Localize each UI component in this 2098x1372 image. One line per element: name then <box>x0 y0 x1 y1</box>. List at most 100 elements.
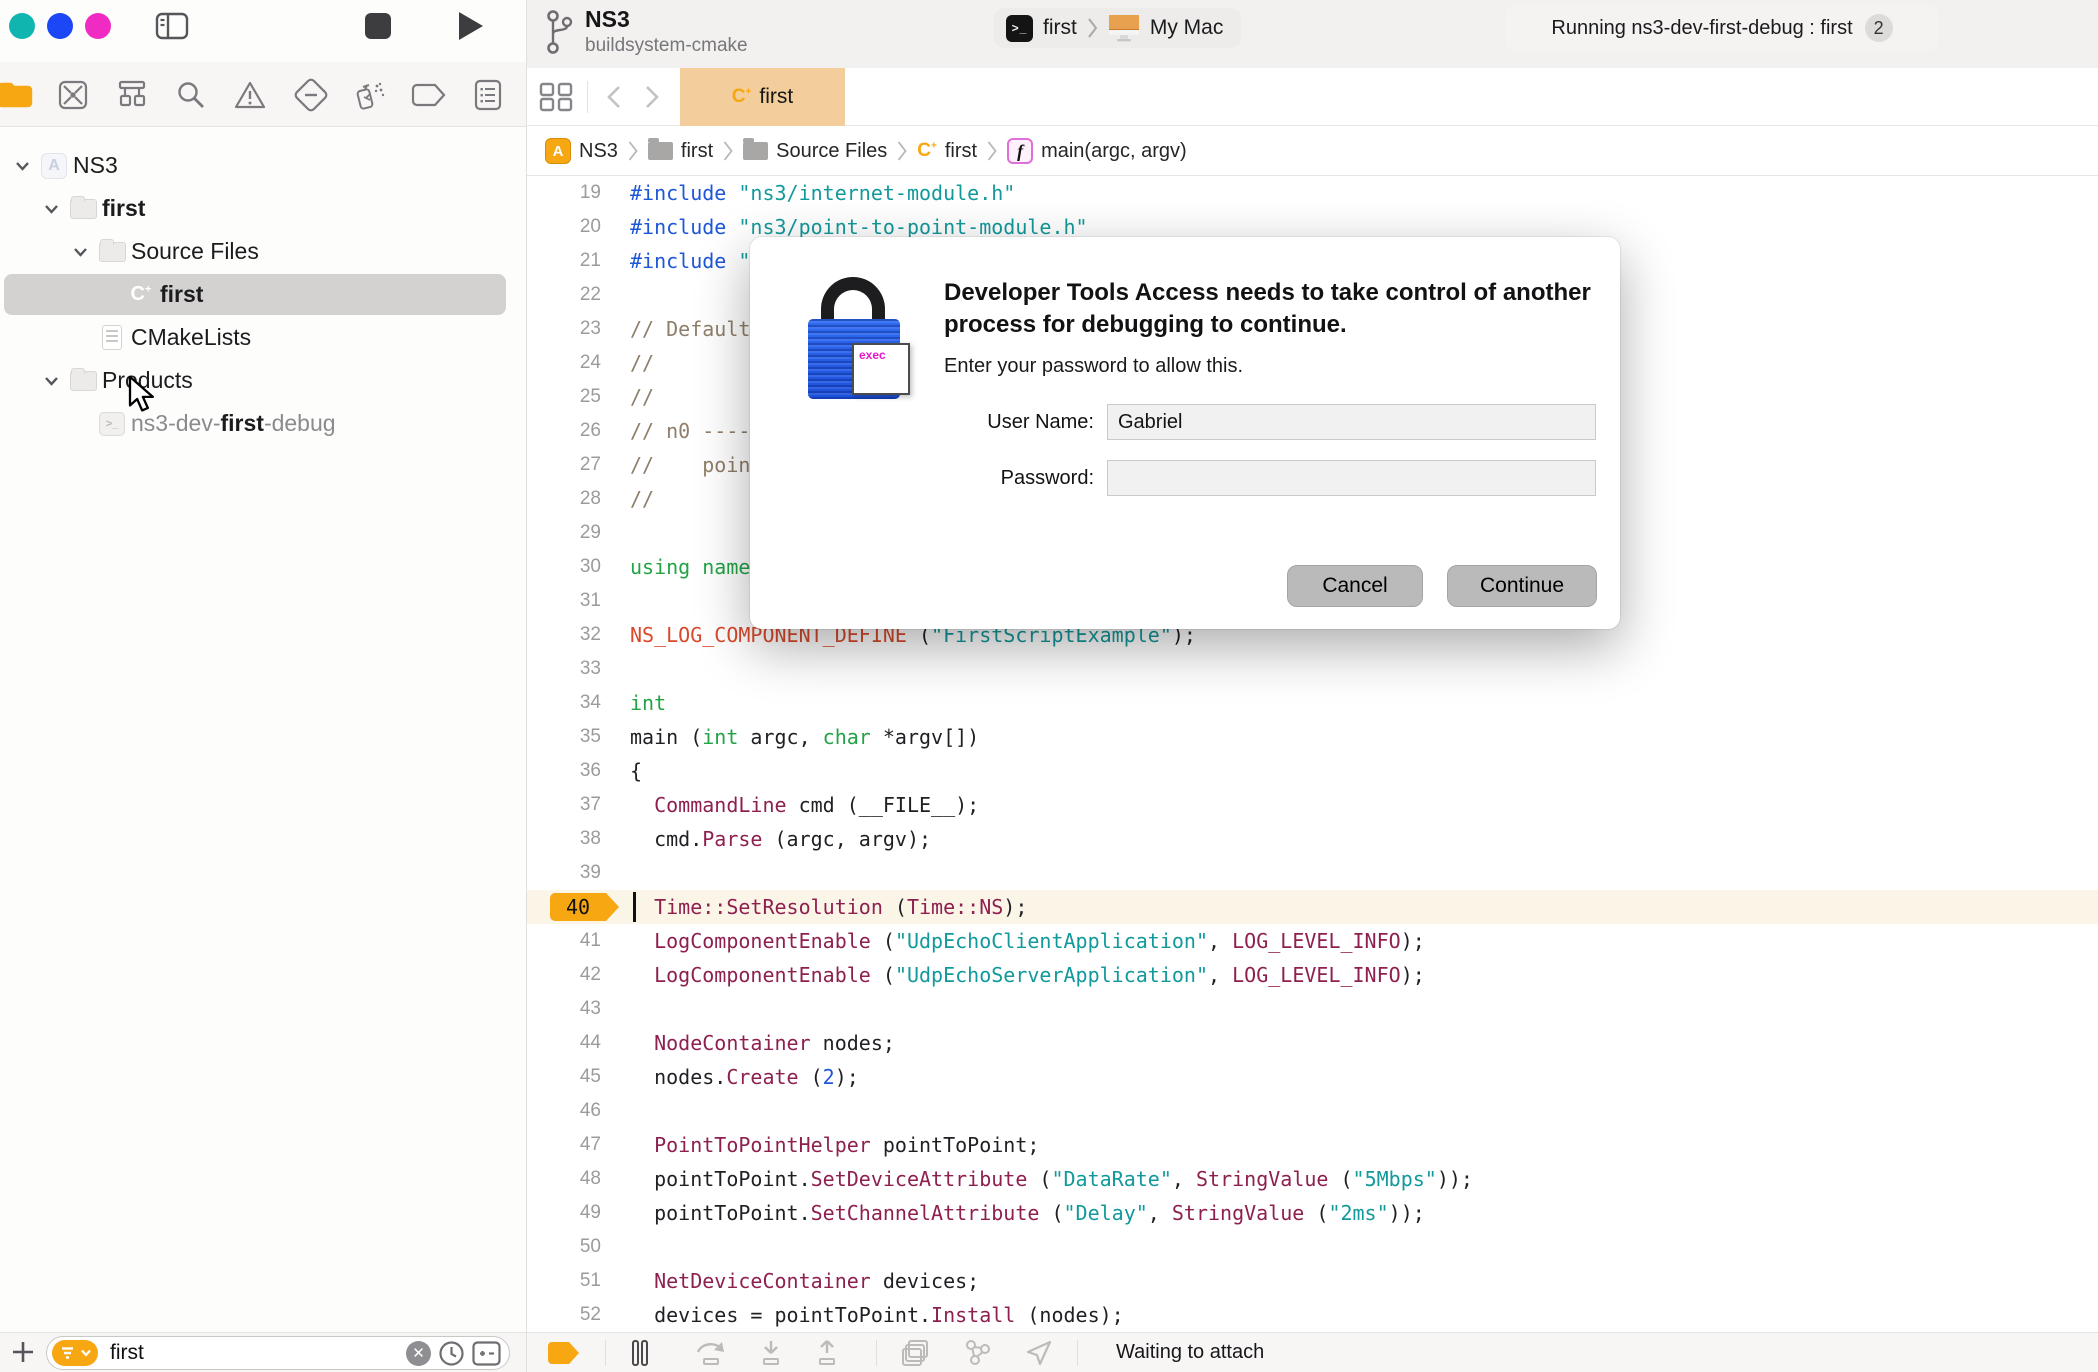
line-number[interactable]: 41 <box>527 930 601 952</box>
recent-files-clock-icon[interactable] <box>438 1340 465 1367</box>
line-number[interactable]: 28 <box>527 488 601 510</box>
tab-overview-icon[interactable] <box>539 82 577 112</box>
code-line[interactable]: 50 <box>527 1230 2098 1264</box>
zoom-window-button[interactable] <box>85 13 111 39</box>
line-number[interactable]: 35 <box>527 726 601 748</box>
code-line[interactable]: 35 main (int argc, char *argv[]) <box>527 720 2098 754</box>
code-line[interactable]: 51 NetDeviceContainer devices; <box>527 1264 2098 1298</box>
sidebar-item-products[interactable]: Products <box>0 359 526 402</box>
test-navigator-icon[interactable] <box>292 76 330 114</box>
line-number[interactable]: 25 <box>527 386 601 408</box>
code-line[interactable]: 42 LogComponentEnable ("UdpEchoServerApp… <box>527 958 2098 992</box>
add-item-icon[interactable] <box>10 1339 36 1365</box>
line-number[interactable]: 45 <box>527 1066 601 1088</box>
clear-filter-icon[interactable]: ✕ <box>406 1340 431 1366</box>
code-line[interactable]: 40 Time::SetResolution (Time::NS); <box>527 890 2098 924</box>
line-number[interactable]: 47 <box>527 1134 601 1156</box>
line-number[interactable]: 44 <box>527 1032 601 1054</box>
code-line[interactable]: 52 devices = pointToPoint.Install (nodes… <box>527 1298 2098 1332</box>
code-line[interactable]: 45 nodes.Create (2); <box>527 1060 2098 1094</box>
line-number[interactable]: 43 <box>527 998 601 1020</box>
report-navigator-icon[interactable] <box>469 76 507 114</box>
password-field[interactable] <box>1107 460 1596 496</box>
scheme-target-label[interactable]: first <box>1043 16 1077 40</box>
toggle-sidebar-icon[interactable] <box>155 11 189 41</box>
code-line[interactable]: 44 NodeContainer nodes; <box>527 1026 2098 1060</box>
sidebar-item-cmakelists[interactable]: CMakeLists <box>0 316 526 359</box>
pause-execution-icon[interactable] <box>630 1339 650 1366</box>
line-number[interactable]: 49 <box>527 1202 601 1224</box>
go-back-icon[interactable] <box>605 84 623 110</box>
disclosure-chevron-icon[interactable] <box>41 199 61 219</box>
go-forward-icon[interactable] <box>643 84 661 110</box>
breadcrumb-item[interactable]: f main(argc, argv) <box>1007 138 1187 164</box>
line-number[interactable]: 24 <box>527 352 601 374</box>
disclosure-chevron-icon[interactable] <box>70 242 90 262</box>
find-navigator-icon[interactable] <box>172 76 210 114</box>
breadcrumb-item[interactable]: A NS3 <box>545 138 618 164</box>
run-button[interactable] <box>456 10 486 42</box>
line-number[interactable]: 33 <box>527 658 601 680</box>
line-number[interactable]: 21 <box>527 250 601 272</box>
tab-first[interactable]: C+ first <box>680 68 845 126</box>
code-line[interactable]: 33 <box>527 652 2098 686</box>
debug-navigator-icon[interactable] <box>349 76 387 114</box>
code-line[interactable]: 41 LogComponentEnable ("UdpEchoClientApp… <box>527 924 2098 958</box>
breakpoints-toggle-icon[interactable] <box>547 1341 581 1365</box>
line-number[interactable]: 30 <box>527 556 601 578</box>
line-number[interactable]: 32 <box>527 624 601 646</box>
sidebar-item-first-folder[interactable]: first <box>0 187 526 230</box>
sidebar-item-ns3-dev-first-debug[interactable]: >_ ns3-dev-first-debug <box>0 402 526 445</box>
close-window-button[interactable] <box>9 13 35 39</box>
line-number[interactable]: 51 <box>527 1270 601 1292</box>
sidebar-item-source-files[interactable]: Source Files <box>0 230 526 273</box>
line-number[interactable]: 22 <box>527 284 601 306</box>
code-line[interactable]: 49 pointToPoint.SetChannelAttribute ("De… <box>527 1196 2098 1230</box>
line-number[interactable]: 20 <box>527 216 601 238</box>
breakpoint-navigator-icon[interactable] <box>410 76 448 114</box>
code-line[interactable]: 34 int <box>527 686 2098 720</box>
filter-options-icon[interactable] <box>52 1340 98 1366</box>
filter-flags-icon[interactable] <box>472 1340 501 1366</box>
line-number[interactable]: 50 <box>527 1236 601 1258</box>
line-number[interactable]: 26 <box>527 420 601 442</box>
scheme-selector[interactable]: >_ first My Mac <box>994 8 1242 48</box>
line-number[interactable]: 39 <box>527 862 601 884</box>
breakpoint-badge[interactable]: 40 <box>550 893 619 921</box>
line-number[interactable]: 48 <box>527 1168 601 1190</box>
project-navigator-icon[interactable] <box>0 76 34 114</box>
disclosure-chevron-icon[interactable] <box>41 371 61 391</box>
activity-viewer[interactable]: Running ns3-dev-first-debug : first 2 <box>1506 5 1938 51</box>
code-line[interactable]: 39 <box>527 856 2098 890</box>
line-number[interactable]: 27 <box>527 454 601 476</box>
line-number[interactable]: 38 <box>527 828 601 850</box>
breadcrumb-item[interactable]: C+ first <box>917 140 977 163</box>
code-line[interactable]: 36 { <box>527 754 2098 788</box>
username-field[interactable]: Gabriel <box>1107 404 1596 440</box>
minimize-window-button[interactable] <box>47 13 73 39</box>
code-line[interactable]: 37 CommandLine cmd (__FILE__); <box>527 788 2098 822</box>
line-number[interactable]: 36 <box>527 760 601 782</box>
scheme-destination-label[interactable]: My Mac <box>1150 16 1224 40</box>
symbol-navigator-icon[interactable] <box>113 76 151 114</box>
line-number[interactable]: 37 <box>527 794 601 816</box>
sidebar-item-first-cpp[interactable]: C+ first <box>0 273 526 316</box>
breadcrumb-item[interactable]: first <box>647 138 713 163</box>
issue-navigator-icon[interactable] <box>231 76 269 114</box>
line-number[interactable]: 19 <box>527 182 601 204</box>
issue-count-badge[interactable]: 2 <box>1864 14 1893 42</box>
code-line[interactable]: 48 pointToPoint.SetDeviceAttribute ("Dat… <box>527 1162 2098 1196</box>
cancel-button[interactable]: Cancel <box>1287 565 1423 607</box>
line-number[interactable]: 46 <box>527 1100 601 1122</box>
breadcrumb-item[interactable]: Source Files <box>743 138 887 163</box>
filter-input[interactable]: first ✕ <box>46 1336 510 1370</box>
code-line[interactable]: 46 <box>527 1094 2098 1128</box>
line-number[interactable]: 52 <box>527 1304 601 1326</box>
code-line[interactable]: 43 <box>527 992 2098 1026</box>
source-control-navigator-icon[interactable] <box>54 76 92 114</box>
disclosure-chevron-icon[interactable] <box>12 156 32 176</box>
sidebar-divider[interactable] <box>526 0 527 1372</box>
line-number[interactable]: 23 <box>527 318 601 340</box>
line-number[interactable]: 31 <box>527 590 601 612</box>
line-number[interactable]: 42 <box>527 964 601 986</box>
